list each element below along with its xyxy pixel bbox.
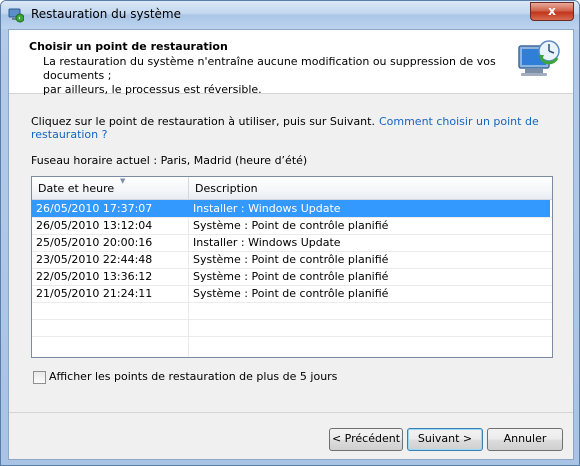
subtitle-line-1: La restauration du système n'entraîne au… — [43, 55, 496, 82]
close-button[interactable]: x — [530, 2, 574, 21]
row-description: Installer : Windows Update — [193, 236, 341, 249]
page-title: Choisir un point de restauration — [29, 40, 228, 53]
show-older-label[interactable]: Afficher les points de restauration de p… — [49, 370, 337, 383]
list-header: Date et heure ▼ Description — [32, 177, 552, 200]
restore-computer-icon — [518, 40, 560, 76]
row-description: Système : Point de contrôle planifié — [193, 270, 389, 283]
row-description: Installer : Windows Update — [193, 202, 341, 215]
window-title: Restauration du système — [31, 7, 181, 21]
title-bar[interactable]: Restauration du système x — [1, 1, 579, 29]
row-description: Système : Point de contrôle planifié — [193, 253, 389, 266]
row-date: 23/05/2010 22:44:48 — [36, 253, 153, 266]
page-subtitle: La restauration du système n'entraîne au… — [43, 55, 513, 97]
next-button[interactable]: Suivant > — [407, 428, 483, 451]
column-header-date[interactable]: Date et heure ▼ — [32, 177, 189, 199]
list-row-selected[interactable]: 26/05/2010 17:37:07 Installer : Windows … — [32, 200, 550, 217]
cancel-button[interactable]: Annuler — [487, 428, 563, 451]
restore-point-list[interactable]: Date et heure ▼ Description 26/05/2010 1… — [31, 176, 553, 358]
row-date: 22/05/2010 13:36:12 — [36, 270, 153, 283]
show-older-checkbox[interactable] — [33, 371, 46, 384]
row-description: Système : Point de contrôle planifié — [193, 287, 389, 300]
grid-row-line — [32, 319, 552, 320]
list-row[interactable]: 26/05/2010 13:12:04 Système : Point de c… — [32, 217, 552, 234]
column-header-description[interactable]: Description — [189, 177, 552, 199]
list-row[interactable]: 22/05/2010 13:36:12 Système : Point de c… — [32, 268, 552, 285]
dialog-client: Choisir un point de restauration La rest… — [8, 29, 574, 460]
system-restore-icon — [8, 8, 24, 23]
subtitle-line-2: par ailleurs, le processus est réversibl… — [43, 83, 262, 96]
grid-row-line — [32, 302, 552, 303]
list-row[interactable]: 25/05/2010 20:00:16 Installer : Windows … — [32, 234, 552, 251]
footer-divider — [9, 412, 573, 413]
instructions: Cliquez sur le point de restauration à u… — [31, 115, 573, 141]
row-date: 26/05/2010 17:37:07 — [36, 202, 153, 215]
grid-row-line — [32, 336, 552, 337]
timezone-label: Fuseau horaire actuel : Paris, Madrid (h… — [31, 154, 308, 167]
sort-arrow-icon: ▼ — [120, 177, 126, 185]
list-row[interactable]: 23/05/2010 22:44:48 Système : Point de c… — [32, 251, 552, 268]
row-date: 21/05/2010 21:24:11 — [36, 287, 153, 300]
row-description: Système : Point de contrôle planifié — [193, 219, 389, 232]
row-date: 26/05/2010 13:12:04 — [36, 219, 153, 232]
dialog-window: Restauration du système x Choisir un poi… — [0, 0, 580, 466]
previous-button[interactable]: < Précédent — [329, 428, 403, 451]
wizard-header: Choisir un point de restauration La rest… — [9, 30, 573, 97]
row-date: 25/05/2010 20:00:16 — [36, 236, 153, 249]
list-rows: 26/05/2010 17:37:07 Installer : Windows … — [32, 200, 552, 302]
instructions-text: Cliquez sur le point de restauration à u… — [31, 115, 375, 128]
list-row[interactable]: 21/05/2010 21:24:11 Système : Point de c… — [32, 285, 552, 302]
